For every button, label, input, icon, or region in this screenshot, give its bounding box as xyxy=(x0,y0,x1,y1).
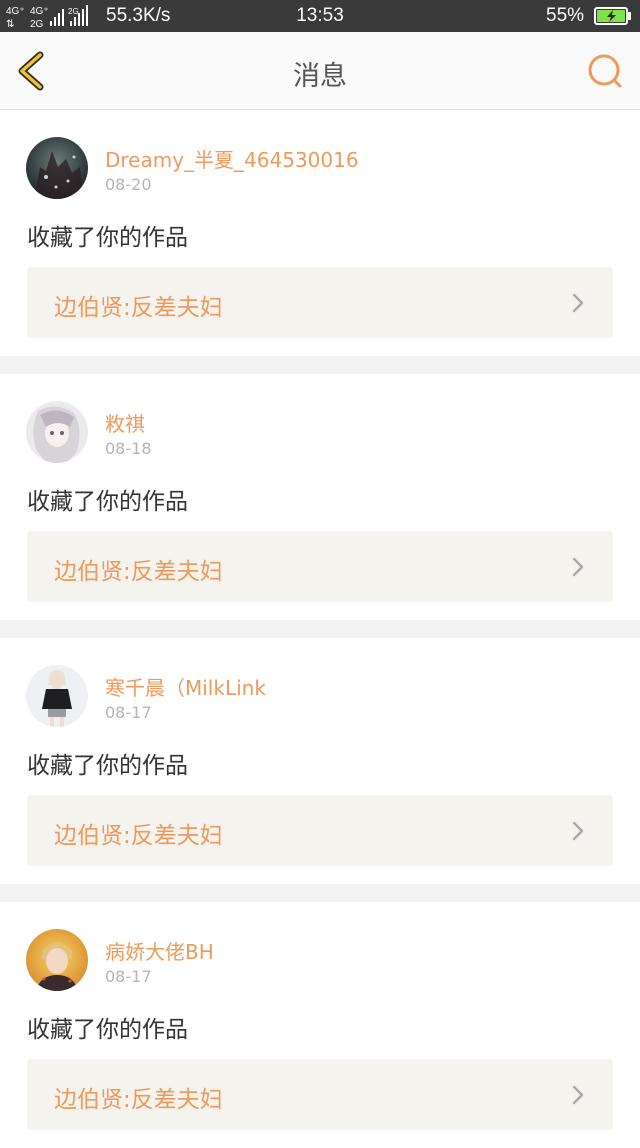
chevron-right-icon xyxy=(572,821,584,841)
clock: 13:53 xyxy=(296,5,344,26)
message-card: 敉祺 08-18 收藏了你的作品 边伯贤:反差夫妇 xyxy=(0,374,640,620)
status-bar: 4G⁺ ⇅ 4G⁺ 2G 2G 55.3K/s 13:53 55% xyxy=(0,0,640,32)
battery-percentage: 55% xyxy=(546,5,585,26)
chevron-right-icon xyxy=(572,557,584,577)
search-icon[interactable] xyxy=(584,50,626,92)
message-card: Dreamy_半夏_464530016 08-20 收藏了你的作品 边伯贤:反差… xyxy=(0,110,640,356)
avatar[interactable] xyxy=(26,401,88,463)
work-link[interactable]: 边伯贤:反差夫妇 xyxy=(27,267,613,338)
message-date: 08-17 xyxy=(105,967,152,986)
username-link[interactable]: 寒千晨（MilkLink xyxy=(105,672,266,701)
battery-charging-icon xyxy=(594,7,631,25)
message-card: 病娇大佬BH 08-17 收藏了你的作品 边伯贤:反差夫妇 xyxy=(0,902,640,1148)
chevron-right-icon xyxy=(572,1085,584,1105)
message-text: 收藏了你的作品 xyxy=(27,753,188,779)
message-text: 收藏了你的作品 xyxy=(27,1017,188,1043)
work-title: 边伯贤:反差夫妇 xyxy=(54,1087,223,1113)
username-link[interactable]: 敉祺 xyxy=(105,408,145,437)
avatar[interactable] xyxy=(26,929,88,991)
message-date: 08-17 xyxy=(105,703,152,722)
work-link[interactable]: 边伯贤:反差夫妇 xyxy=(27,1059,613,1130)
message-date: 08-18 xyxy=(105,439,152,458)
work-link[interactable]: 边伯贤:反差夫妇 xyxy=(27,795,613,866)
navigation-bar: 消息 xyxy=(0,32,640,110)
work-title: 边伯贤:反差夫妇 xyxy=(54,823,223,849)
message-text: 收藏了你的作品 xyxy=(27,225,188,251)
avatar[interactable] xyxy=(26,137,88,199)
work-title: 边伯贤:反差夫妇 xyxy=(54,559,223,585)
work-title: 边伯贤:反差夫妇 xyxy=(54,295,223,321)
page-title: 消息 xyxy=(293,61,347,92)
message-text: 收藏了你的作品 xyxy=(27,489,188,515)
chevron-right-icon xyxy=(572,293,584,313)
message-card: 寒千晨（MilkLink 08-17 收藏了你的作品 边伯贤:反差夫妇 xyxy=(0,638,640,884)
username-link[interactable]: 病娇大佬BH xyxy=(105,936,214,965)
message-date: 08-20 xyxy=(105,175,152,194)
avatar[interactable] xyxy=(26,665,88,727)
username-link[interactable]: Dreamy_半夏_464530016 xyxy=(105,144,359,173)
work-link[interactable]: 边伯贤:反差夫妇 xyxy=(27,531,613,602)
